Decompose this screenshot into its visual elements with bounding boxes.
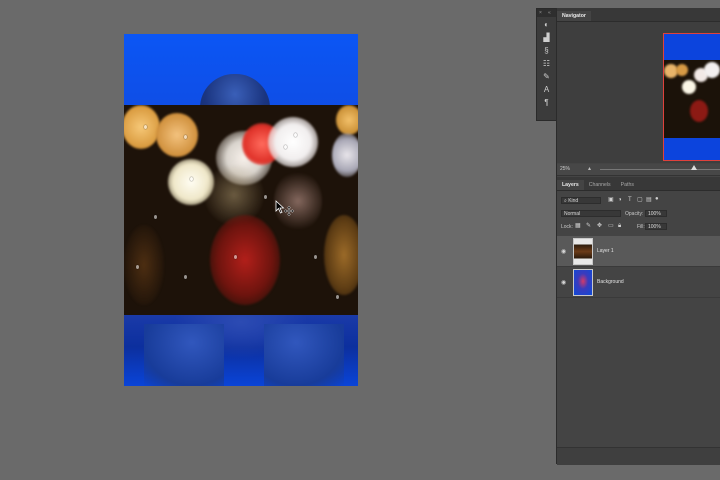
filter-smart-object-icon[interactable]: ▤ (646, 197, 652, 204)
layers-tabbar: Layers Channels Paths (557, 177, 720, 191)
filter-kind-select[interactable]: ⌕ Kind (561, 197, 601, 204)
layer1-raindrop-image[interactable] (124, 105, 358, 315)
filter-toggle-icon[interactable]: ● (655, 196, 659, 203)
document-canvas[interactable] (124, 34, 358, 386)
close-dock-icon[interactable]: × (539, 10, 542, 16)
raindrop (136, 265, 139, 269)
tab-channels[interactable]: Channels (584, 180, 616, 190)
lock-row: Lock: ▦ ✎ ✥ ▭ 🔒︎ Fill: 100% (557, 221, 720, 232)
collapsed-panel-dock: × « ◐ ▟ § ☷ ✎ A ¶ (536, 8, 557, 121)
dock-header: × « (537, 9, 556, 17)
fill-input[interactable]: 100% (645, 223, 667, 230)
background-jacket-right (264, 324, 344, 386)
right-panel: Navigator 25% ▴ Layers Channels Paths ⌕ … (556, 8, 720, 465)
zoom-slider-handle[interactable] (691, 165, 697, 170)
layer-thumbnail (573, 269, 593, 296)
raindrop (294, 133, 297, 137)
lock-all-icon[interactable]: 🔒︎ (618, 223, 621, 230)
navigator-view-box[interactable] (663, 33, 720, 161)
filter-adjustment-icon[interactable]: ◑ (618, 197, 622, 204)
raindrop (264, 195, 267, 199)
properties-icon[interactable]: ☷ (542, 59, 552, 69)
layer-row-background[interactable]: ◉ Background (557, 267, 720, 298)
layers-panel-footer (557, 447, 720, 465)
raindrop (190, 177, 193, 181)
filter-type-icon[interactable]: T (628, 197, 632, 204)
bokeh-light (124, 105, 160, 149)
move-tool-cursor-icon (284, 206, 294, 216)
filter-kind-label: Kind (568, 198, 579, 204)
tab-navigator[interactable]: Navigator (557, 11, 591, 21)
fill-label: Fill: (637, 224, 645, 230)
layer-thumbnail (573, 238, 593, 265)
zoom-out-icon[interactable]: ▴ (588, 165, 591, 172)
histogram-icon[interactable]: ▟ (542, 33, 552, 43)
zoom-slider-track[interactable] (600, 169, 720, 170)
layer-name[interactable]: Layer 1 (597, 248, 614, 254)
tab-paths[interactable]: Paths (616, 180, 639, 190)
blend-mode-select[interactable]: Normal (561, 210, 621, 217)
layer-filter-row: ⌕ Kind ▣ ◑ T ▢ ▤ ● (557, 195, 720, 206)
navigator-zoom-row: 25% ▴ (557, 164, 720, 176)
raindrop (184, 275, 187, 279)
character-icon[interactable]: A (542, 85, 552, 95)
bokeh-light (336, 105, 358, 135)
tab-layers[interactable]: Layers (557, 180, 584, 190)
blend-row: Normal Opacity: 100% (557, 208, 720, 219)
raindrop (154, 215, 157, 219)
raindrop (144, 125, 147, 129)
bokeh-light (324, 215, 358, 295)
lock-artboard-icon[interactable]: ▭ (608, 223, 614, 230)
layer-name[interactable]: Background (597, 279, 624, 285)
adjustments-icon[interactable]: ◐ (542, 20, 552, 30)
filter-pixel-icon[interactable]: ▣ (608, 197, 614, 204)
paragraph-icon[interactable]: ¶ (542, 98, 552, 108)
zoom-value[interactable]: 25% (560, 166, 570, 172)
raindrop (314, 255, 317, 259)
lock-label: Lock: (561, 224, 573, 230)
lock-image-icon[interactable]: ✎ (586, 223, 591, 230)
bokeh-light (210, 215, 280, 305)
raindrop (336, 295, 339, 299)
lock-position-icon[interactable]: ✥ (597, 223, 602, 230)
brush-settings-icon[interactable]: § (542, 46, 552, 56)
filter-shape-icon[interactable]: ▢ (637, 197, 643, 204)
bokeh-light (124, 225, 164, 305)
lock-transparent-icon[interactable]: ▦ (575, 223, 581, 230)
layer-row-layer-1[interactable]: ◉ Layer 1 (557, 236, 720, 267)
raindrop (234, 255, 237, 259)
navigator-preview[interactable] (557, 22, 720, 163)
expand-dock-icon[interactable]: « (548, 10, 551, 16)
bokeh-light (332, 133, 358, 177)
brush-icon[interactable]: ✎ (542, 72, 552, 82)
raindrop (184, 135, 187, 139)
navigator-tabbar: Navigator (557, 8, 720, 22)
visibility-eye-icon[interactable]: ◉ (561, 279, 566, 286)
raindrop (284, 145, 287, 149)
bokeh-light (268, 117, 318, 167)
opacity-input[interactable]: 100% (645, 210, 667, 217)
background-jacket-left (144, 324, 224, 386)
visibility-eye-icon[interactable]: ◉ (561, 248, 566, 255)
opacity-label: Opacity: (625, 211, 644, 217)
layers-panel-body: ⌕ Kind ▣ ◑ T ▢ ▤ ● Normal Opacity: 100% … (557, 191, 720, 464)
bokeh-light (156, 113, 198, 157)
